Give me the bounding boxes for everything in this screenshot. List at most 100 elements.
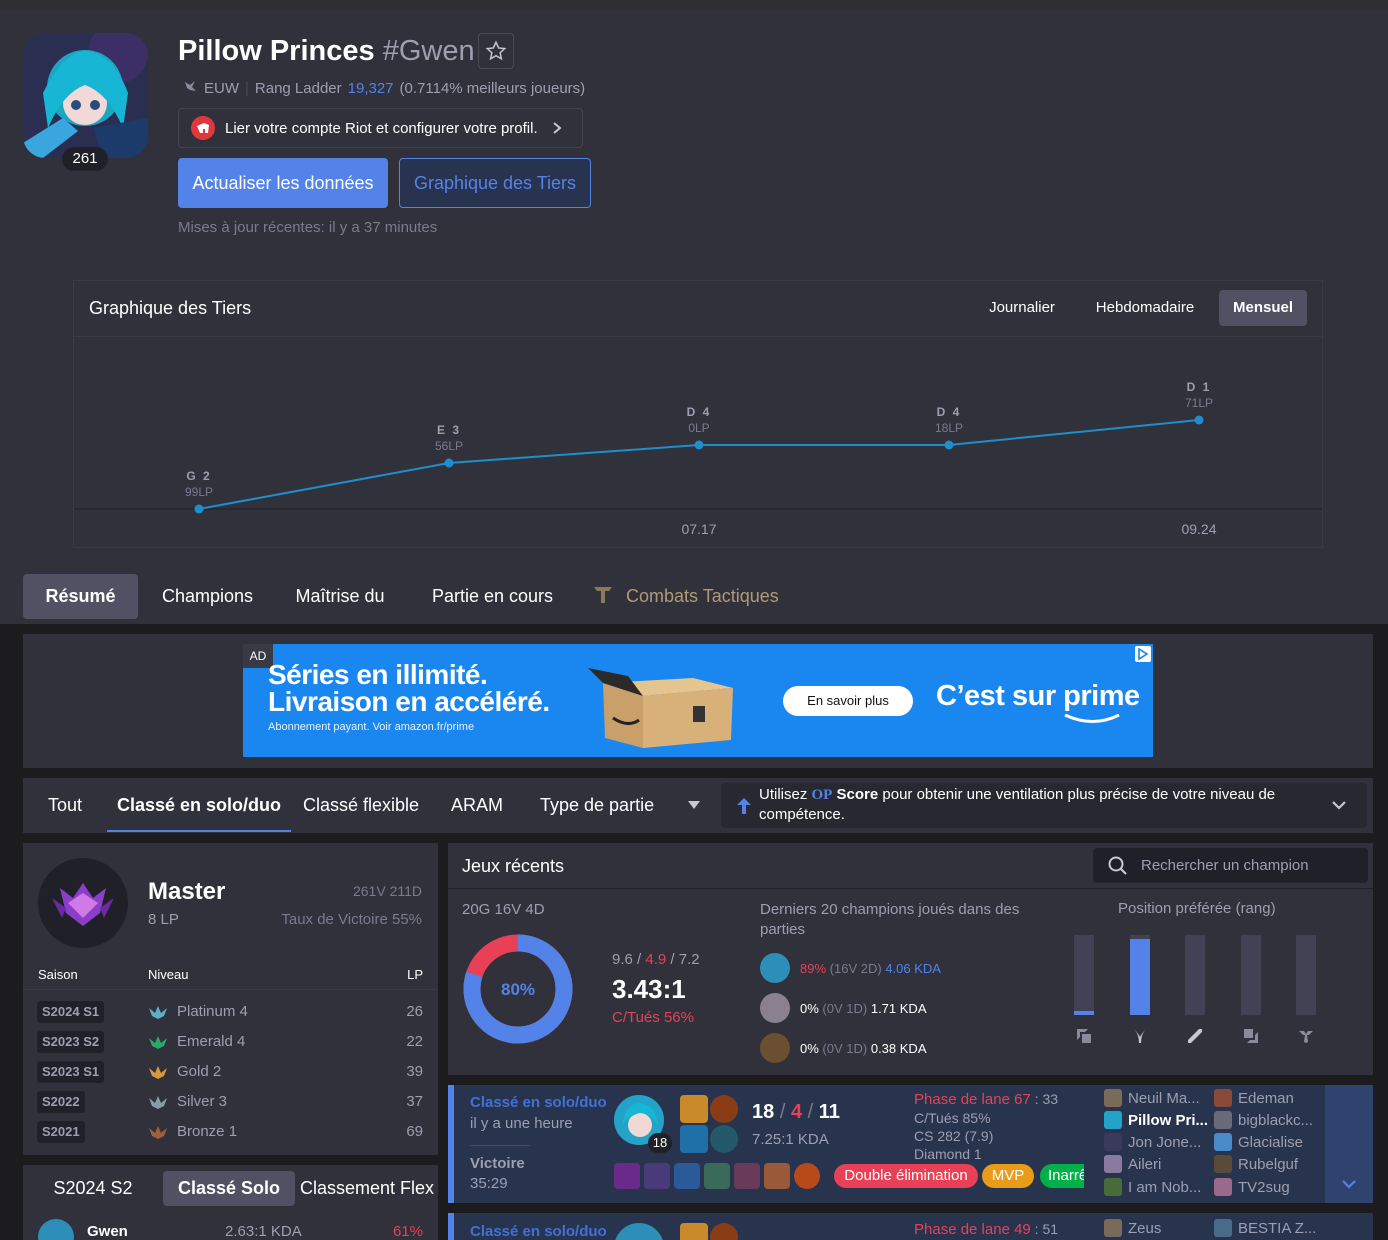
team2-player[interactable]: bigblackc... [1214,1111,1322,1133]
champ-tab-solo[interactable]: Classé Solo [163,1171,295,1206]
tier-graph-button[interactable]: Graphique des Tiers [399,158,591,208]
star-icon [485,40,507,61]
champion-name: Gwen [87,1223,128,1240]
kda-ratio: 3.43:1 [612,974,686,1004]
match-duration: 35:29 [470,1175,508,1192]
tab-tft-label: Combats Tactiques [626,586,779,606]
ladder-rank[interactable]: 19,327 [348,80,394,97]
match-card[interactable]: Classé en solo/duo Phase de lane 49 : 51… [448,1213,1373,1240]
ad-info-icon[interactable] [1135,646,1151,662]
team1-player[interactable]: Neuil Ma... [1104,1089,1212,1111]
recent-champ-stats: 89% (16V 2D) 4.06 KDA [800,961,941,976]
champ-tab-season[interactable]: S2024 S2 [35,1171,151,1206]
filter-all[interactable]: Tout [48,778,82,833]
tab-live-game[interactable]: Partie en cours [420,574,565,619]
profile-avatar [23,33,148,158]
op-brand: OP [811,787,833,803]
profile-tabs: Résumé Champions Maîtrise du Partie en c… [0,570,1388,624]
team2-player[interactable]: Edeman [1214,1089,1322,1111]
season-badge: S2021 [37,1121,85,1143]
refresh-data-button[interactable]: Actualiser les données [178,158,388,208]
profile-header: 261 Pillow Princes #Gwen EUW | Rang Ladd… [0,10,1388,570]
filter-aram[interactable]: ARAM [451,778,503,833]
recent-champ-wr: 0% [800,1001,819,1016]
master-emblem-icon [38,858,128,948]
tab-tft[interactable]: Combats Tactiques [592,574,792,619]
item-slot [764,1163,790,1189]
match-kda: 18 / 4 / 11 [752,1101,840,1123]
champion-stats-card: S2024 S2 Classé Solo Classement Flex Gwe… [23,1165,438,1240]
win-rate: Taux de Victoire 55% [281,911,422,928]
recent-champ-record: (0V 1D) [822,1041,868,1056]
recent-games-title: Jeux récents [462,856,565,876]
filter-solo-duo[interactable]: Classé en solo/duo [107,778,292,832]
link-riot-account[interactable]: Lier votre compte Riot et configurer vot… [178,108,583,148]
tier-point[interactable] [1194,415,1204,425]
season-row: S2023 S1 Gold 2 39 [23,1057,438,1087]
tab-mastery[interactable]: Maîtrise du [284,574,396,619]
team1-player[interactable]: Jon Jone... [1104,1133,1212,1155]
team1-player[interactable]: Zeus [1104,1219,1212,1240]
recent-champ-record: (16V 2D) [829,961,882,976]
period-daily[interactable]: Journalier [976,290,1068,326]
queue-filter-bar: Tout Classé en solo/duo Classé flexible … [23,778,1373,833]
period-weekly[interactable]: Hebdomadaire [1084,290,1206,326]
tier-line-chart: G 2 99LP E 3 56LP D 4 0LP D 4 18LP D 1 71LP 07.17 0… [74,380,1322,537]
season-row: S2021 Bronze 1 69 [23,1117,438,1147]
recent-champ-kda: 1.71 KDA [870,1001,927,1016]
chevron-down-icon[interactable] [1331,799,1347,811]
match-champion-level: 18 [648,1133,672,1153]
team2-player[interactable]: Glacialise [1214,1133,1322,1155]
player-name: Aileri [1128,1156,1162,1173]
filter-queue-type-dropdown[interactable]: Type de partie [540,778,710,833]
period-monthly[interactable]: Mensuel [1219,290,1307,326]
champion-search-input[interactable] [1141,848,1361,883]
summoner-name-text: Pillow Princes [178,35,375,67]
tier-point[interactable] [694,440,704,450]
tft-icon [594,587,612,603]
player-champion-icon [1214,1155,1232,1173]
team2-player[interactable]: Rubelguf [1214,1155,1322,1177]
ad-brand: C’est sur prime [936,680,1140,712]
ad-banner[interactable]: AD Séries en illimité. Livraison en accé… [243,644,1153,757]
tier-point-tier: D 4 [687,405,712,419]
primary-rune-icon [710,1095,738,1123]
filter-flex[interactable]: Classé flexible [303,778,419,833]
tab-summary[interactable]: Résumé [23,574,138,619]
flash-spell-icon [680,1095,708,1123]
season-badge: S2023 S1 [37,1061,105,1083]
lp-header: LP [407,967,423,982]
match-card[interactable]: Classé en solo/duo il y a une heure Vict… [448,1085,1373,1203]
tier-point-tier: D 1 [1187,380,1212,394]
recent-champion-row: 0% (0V 1D) 1.71 KDA [760,993,1060,1025]
tier-point-tier: E 3 [437,423,461,437]
player-name: bigblackc... [1238,1112,1314,1129]
champion-portrait [760,953,790,983]
avg-kda-line: 9.6 / 4.9 / 7.2 [612,951,700,968]
expand-match-button[interactable] [1325,1085,1373,1203]
team2-player[interactable]: TV2sug [1214,1178,1322,1200]
team1-player-self[interactable]: Pillow Pri... [1104,1111,1212,1133]
op-pre: Utilisez [759,786,812,803]
player-name: Rubelguf [1238,1156,1299,1173]
op-score-notice[interactable]: Utilisez OP Score pour obtenir une venti… [721,783,1367,828]
avg-deaths: 4.9 [645,951,667,968]
favorite-star-button[interactable] [478,33,514,69]
winrate-donut: 80% [463,934,573,1044]
champ-tab-flex[interactable]: Classement Flex [299,1171,435,1206]
tier-point[interactable] [444,458,454,468]
tier-point-tier: G 2 [186,469,211,483]
team1-player[interactable]: I am Nob... [1104,1178,1212,1200]
season-badge: S2023 S2 [37,1031,105,1053]
avg-kills: 9.6 [612,951,633,968]
player-champion-icon [1214,1111,1232,1129]
team1-player[interactable]: Aileri [1104,1155,1212,1177]
tab-champions[interactable]: Champions [150,574,265,619]
player-champion-icon [1104,1219,1122,1237]
tier-point[interactable] [944,440,954,450]
season-lp: 37 [406,1093,423,1110]
ad-cta-button[interactable]: En savoir plus [783,686,913,716]
team2-player[interactable]: BESTIA Z... [1214,1219,1322,1240]
badge-unstoppable: Inarrêtable [1040,1164,1084,1188]
tier-point[interactable] [194,504,204,514]
